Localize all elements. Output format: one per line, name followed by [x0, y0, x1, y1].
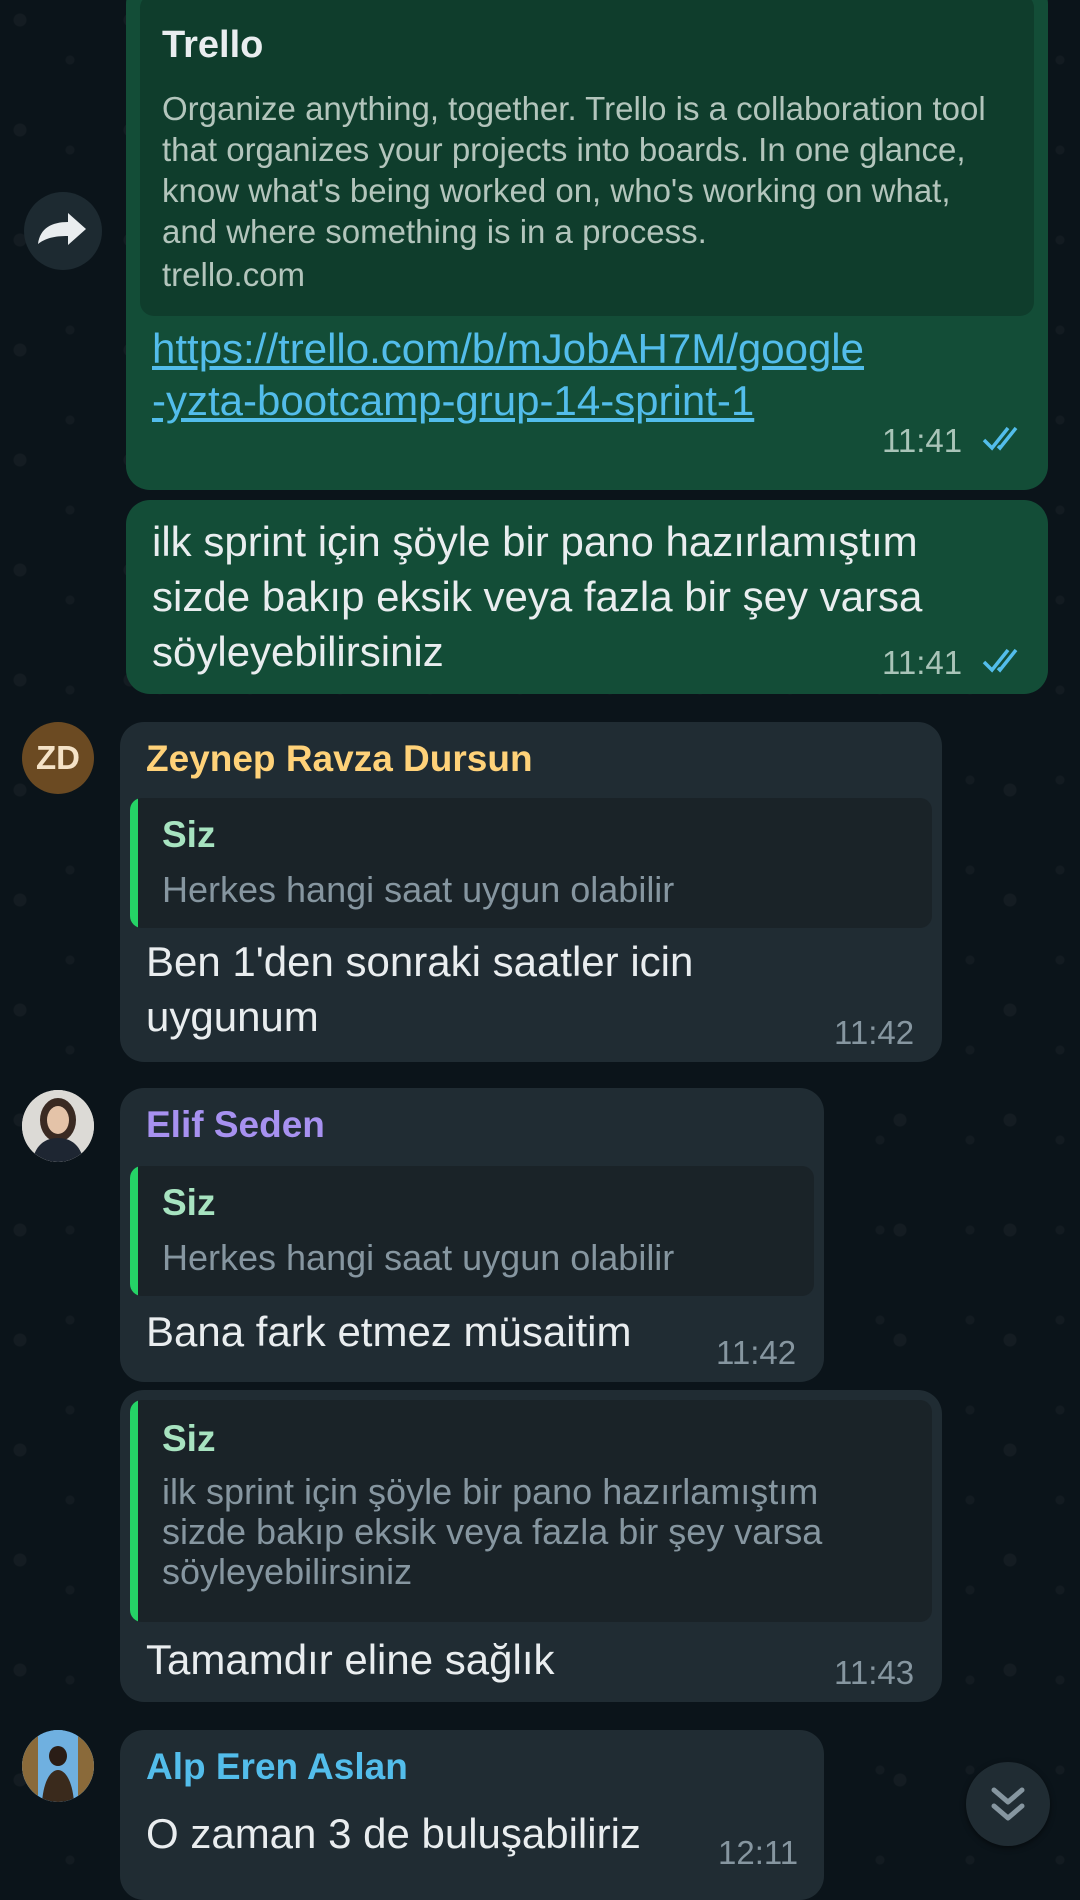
message-time: 11:41	[882, 644, 963, 681]
quote-text: Herkes hangi saat uygun olabilir	[162, 869, 675, 910]
link-preview-description: Organize anything, together. Trello is a…	[162, 90, 986, 250]
message-line: ilk sprint için şöyle bir pano hazırlamı…	[152, 518, 918, 565]
quote-line: sizde bakıp eksik veya fazla bir şey var…	[162, 1511, 823, 1552]
link-url[interactable]: https://trello.com/b/mJobAH7M/google -yz…	[152, 323, 864, 427]
sender-name: Elif Seden	[146, 1104, 325, 1145]
quote-line: ilk sprint için şöyle bir pano hazırlamı…	[162, 1471, 819, 1512]
avatar[interactable]: ZD	[22, 722, 94, 794]
quote-text: Herkes hangi saat uygun olabilir	[162, 1237, 675, 1278]
quote-sender: Siz	[162, 814, 216, 855]
forward-button[interactable]	[24, 192, 102, 270]
message-text: Bana fark etmez müsaitim	[146, 1308, 632, 1355]
message-time: 12:11	[718, 1834, 799, 1871]
link-preview-domain: trello.com	[162, 256, 306, 293]
avatar-photo	[22, 1090, 94, 1162]
link-preview-title: Trello	[162, 24, 264, 66]
message-time: 11:43	[834, 1654, 915, 1691]
avatar[interactable]	[22, 1730, 94, 1802]
link-url-line1: https://trello.com/b/mJobAH7M/google	[152, 325, 864, 372]
message-text: O zaman 3 de buluşabiliriz	[146, 1810, 641, 1857]
message-line: sizde bakıp eksik veya fazla bir şey var…	[152, 573, 923, 620]
double-check-icon	[982, 426, 1018, 451]
incoming-message-bubble[interactable]: Zeynep Ravza Dursun Siz Herkes hangi saa…	[120, 722, 942, 1062]
quoted-message[interactable]: Siz Herkes hangi saat uygun olabilir	[130, 1166, 814, 1296]
double-check-icon	[982, 648, 1018, 673]
quote-bar	[130, 798, 138, 928]
sender-name: Zeynep Ravza Dursun	[146, 738, 533, 779]
incoming-message-bubble[interactable]: Siz ilk sprint için şöyle bir pano hazır…	[120, 1390, 942, 1702]
message-line: söyleyebilirsiniz	[152, 628, 444, 675]
quote-text: ilk sprint için şöyle bir pano hazırlamı…	[162, 1472, 922, 1592]
quote-sender: Siz	[162, 1182, 216, 1223]
incoming-message-bubble[interactable]: Elif Seden Siz Herkes hangi saat uygun o…	[120, 1088, 824, 1382]
scroll-to-bottom-button[interactable]	[966, 1762, 1050, 1846]
avatar-initials: ZD	[36, 739, 80, 776]
message-time: 11:42	[834, 1014, 915, 1051]
sender-name: Alp Eren Aslan	[146, 1746, 408, 1787]
message-text: ilk sprint için şöyle bir pano hazırlamı…	[152, 514, 922, 679]
link-preview-card[interactable]: Trello Organize anything, together. Trel…	[140, 0, 1034, 316]
double-chevron-down-icon	[991, 1787, 1025, 1821]
message-line: uygunum	[146, 993, 319, 1040]
quote-bar	[130, 1166, 138, 1296]
link-url-line2: -yzta-bootcamp-grup-14-sprint-1	[152, 377, 755, 424]
avatar-photo	[22, 1730, 94, 1802]
quote-line: söyleyebilirsiniz	[162, 1551, 413, 1592]
avatar[interactable]	[22, 1090, 94, 1162]
link-message-bubble[interactable]: Trello Organize anything, together. Trel…	[126, 0, 1048, 490]
message-time: 11:41	[882, 422, 963, 459]
quote-bar	[130, 1400, 138, 1622]
message-text: Ben 1'den sonraki saatler icin uygunum	[146, 934, 693, 1044]
outgoing-message-bubble[interactable]: ilk sprint için şöyle bir pano hazırlamı…	[126, 500, 1048, 694]
message-text: Tamamdır eline sağlık	[146, 1636, 555, 1683]
incoming-message-bubble[interactable]: Alp Eren Aslan O zaman 3 de buluşabiliri…	[120, 1730, 824, 1900]
quote-sender: Siz	[162, 1418, 216, 1459]
forward-arrow-icon	[38, 213, 86, 245]
message-time: 11:42	[716, 1334, 797, 1371]
quoted-message[interactable]: Siz ilk sprint için şöyle bir pano hazır…	[130, 1400, 932, 1622]
message-line: Ben 1'den sonraki saatler icin	[146, 938, 694, 985]
quoted-message[interactable]: Siz Herkes hangi saat uygun olabilir	[130, 798, 932, 928]
